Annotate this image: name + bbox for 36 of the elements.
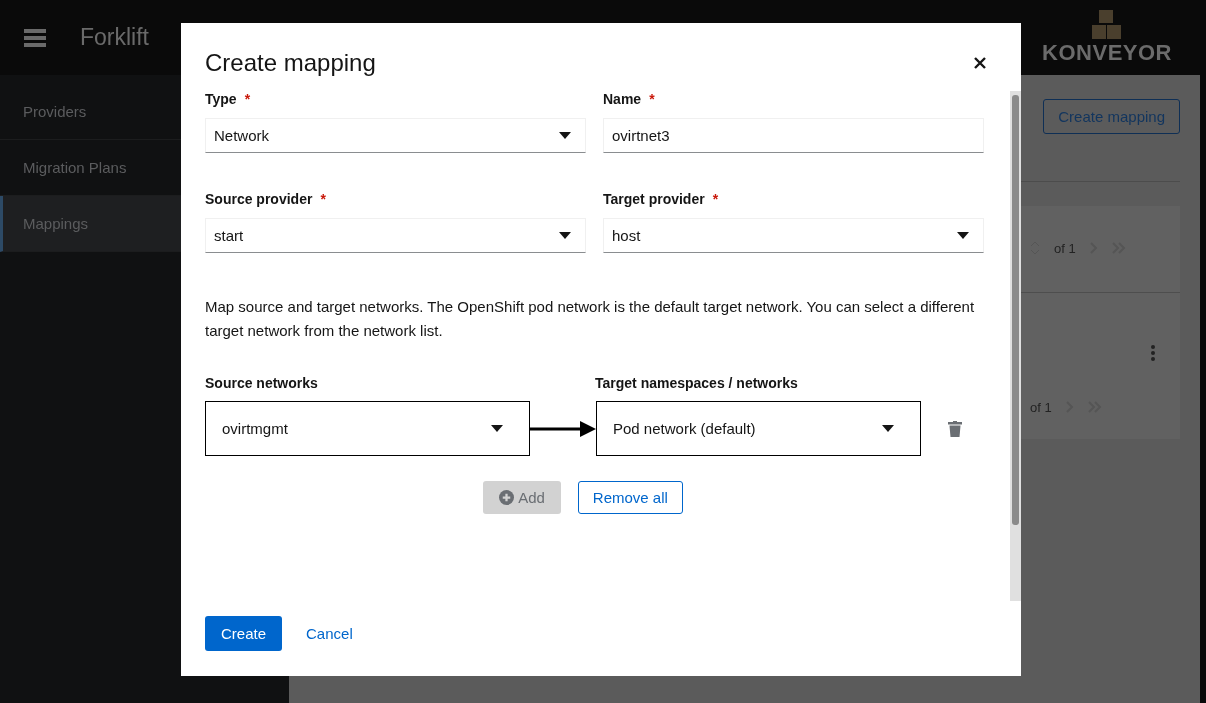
field-label: Target provider (603, 191, 705, 207)
modal-title: Create mapping (205, 49, 376, 77)
arrow-icon (530, 419, 596, 438)
trash-icon[interactable] (948, 420, 962, 437)
required-mark: * (649, 91, 655, 107)
required-mark: * (244, 91, 251, 107)
caret-icon (559, 232, 571, 239)
caret-icon (957, 232, 969, 239)
kebab-icon[interactable] (1150, 345, 1156, 361)
logo-text: KONVEYOR (1042, 39, 1172, 66)
field-label: Type (205, 91, 237, 107)
target-network-select[interactable]: Pod network (default) (596, 401, 921, 456)
menu-icon[interactable] (24, 28, 46, 47)
field-label: Name (603, 91, 642, 107)
scrollbar-thumb[interactable] (1012, 95, 1019, 525)
input-field[interactable]: ovirtnet3 (603, 118, 984, 153)
caret-icon (882, 425, 894, 432)
page-count: of 1 (1054, 240, 1076, 256)
close-icon[interactable] (974, 57, 986, 69)
app-title: Forklift (80, 24, 149, 51)
caret-icon (491, 425, 503, 432)
column-label: Source networks (205, 375, 319, 391)
description-text: Map source and target networks. The OpenShift pod network is the default target network. You can select a different target network from the network list. (205, 297, 975, 341)
caret-icon (559, 132, 571, 139)
required-mark: * (320, 191, 326, 207)
column-label: Target namespaces / networks (595, 375, 798, 391)
required-mark: * (712, 191, 719, 207)
select-field[interactable]: host (603, 218, 984, 253)
select-field[interactable]: start (205, 218, 586, 253)
cancel-link[interactable]: Cancel (290, 616, 369, 651)
remove-all-button[interactable]: Remove all (577, 481, 683, 514)
create-button[interactable]: Create (205, 616, 283, 651)
plus-circle-icon (499, 490, 515, 505)
page-count: of 1 (1030, 399, 1052, 415)
source-network-select[interactable]: ovirtmgmt (205, 401, 530, 456)
select-field[interactable]: Network (205, 118, 586, 153)
